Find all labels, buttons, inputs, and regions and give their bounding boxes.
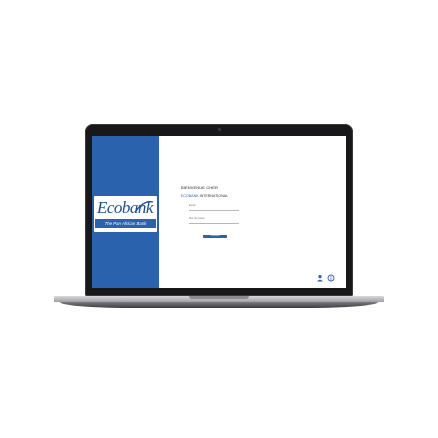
laptop-base-edge xyxy=(60,302,378,308)
laptop-notch xyxy=(189,296,249,299)
info-icon[interactable] xyxy=(327,274,335,282)
logo-tagline: The Pan African Bank xyxy=(95,219,156,228)
webcam xyxy=(218,128,221,131)
email-field[interactable] xyxy=(189,207,239,211)
logo-swoosh-icon xyxy=(135,201,154,212)
laptop-lid: Ecobank The Pan African Bank BIENVENUE C… xyxy=(85,124,353,296)
org-suffix: INTERNATIONAL xyxy=(199,194,229,198)
ecobank-logo: Ecobank The Pan African Bank xyxy=(94,196,157,232)
organization-name: ECOBANK INTERNATIONAL xyxy=(181,194,228,198)
welcome-heading: BIENVENUE CHER xyxy=(181,185,218,190)
org-prefix: ECOBANK xyxy=(181,194,199,198)
brand-panel: Ecobank The Pan African Bank xyxy=(92,136,159,288)
corner-icons xyxy=(316,274,338,282)
laptop-screen: Ecobank The Pan African Bank BIENVENUE C… xyxy=(92,136,346,288)
password-field[interactable] xyxy=(189,220,239,224)
user-icon[interactable] xyxy=(316,274,324,282)
login-button[interactable]: Connexion xyxy=(203,235,227,238)
